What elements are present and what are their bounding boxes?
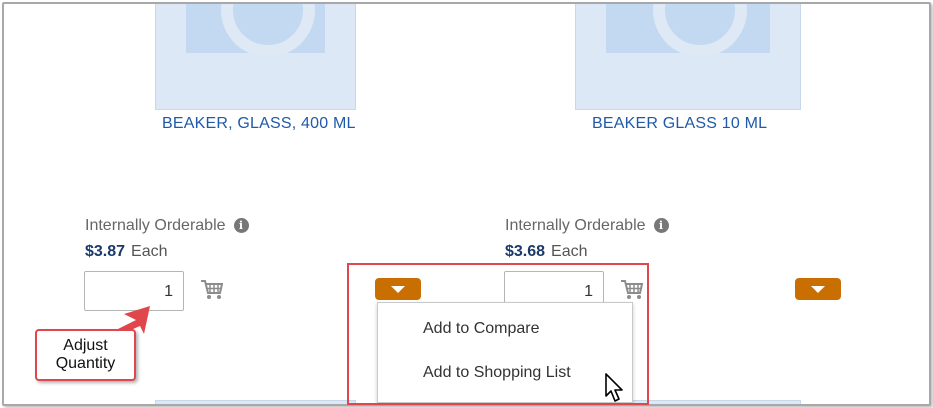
caret-down-icon (811, 286, 825, 293)
product-image[interactable] (575, 4, 801, 110)
cart-icon[interactable] (200, 279, 224, 301)
info-icon[interactable]: i (233, 218, 249, 233)
product-price: $3.87 Each (85, 243, 168, 261)
price-unit: Each (551, 243, 588, 260)
product-image[interactable] (155, 400, 356, 404)
product-name-link[interactable]: BEAKER, GLASS, 400 ML (162, 115, 356, 133)
options-dropdown-button[interactable] (795, 278, 841, 300)
callout-line-2: Quantity (55, 355, 116, 372)
orderable-status: Internally Orderable i (505, 217, 669, 235)
product-image[interactable] (155, 4, 356, 110)
mouse-pointer-icon (605, 373, 623, 402)
orderable-label: Internally Orderable (505, 217, 646, 234)
orderable-status: Internally Orderable i (85, 217, 249, 235)
info-icon[interactable]: i (653, 218, 669, 233)
product-name-link[interactable]: BEAKER GLASS 10 ML (592, 115, 767, 133)
callout-label: Adjust Quantity (35, 329, 136, 381)
callout-line-1: Adjust (63, 337, 108, 354)
orderable-label: Internally Orderable (85, 217, 226, 234)
product-price: $3.68 Each (505, 243, 588, 261)
price-amount: $3.87 (85, 243, 126, 260)
price-unit: Each (131, 243, 168, 260)
price-amount: $3.68 (505, 243, 546, 260)
